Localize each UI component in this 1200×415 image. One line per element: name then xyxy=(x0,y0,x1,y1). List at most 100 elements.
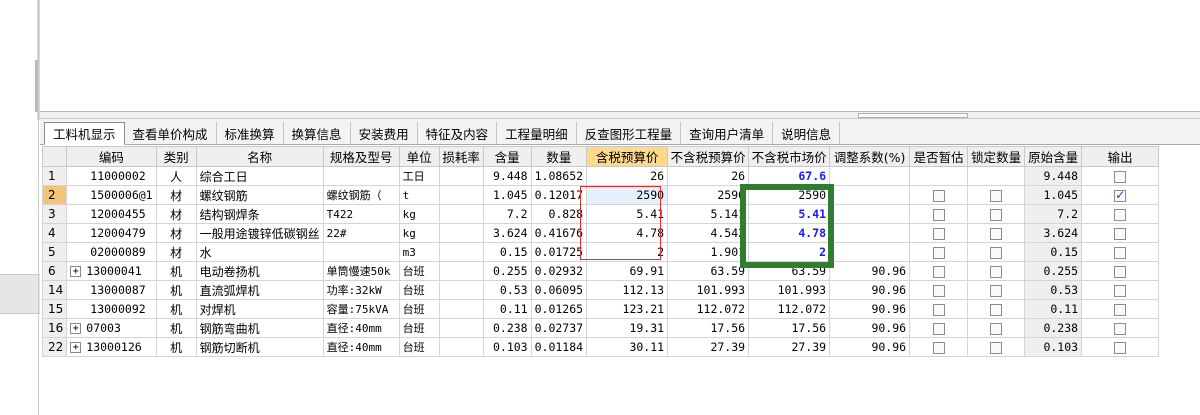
code-cell[interactable]: 13000092 xyxy=(66,299,157,319)
type-cell[interactable]: 机 xyxy=(155,261,197,281)
loss-cell[interactable] xyxy=(438,166,484,186)
table-row[interactable]: 2 1500006@1 材 螺纹钢筋 螺纹钢筋（ t 1.045 0.12017 2590 259… xyxy=(41,185,1160,205)
loss-cell[interactable] xyxy=(438,185,484,205)
column-header[interactable]: 含量 xyxy=(482,146,532,167)
name-cell[interactable]: 电动卷扬机 xyxy=(195,261,324,281)
loss-cell[interactable] xyxy=(438,242,484,262)
name-cell[interactable]: 钢筋弯曲机 xyxy=(195,318,324,338)
unit-cell[interactable]: kg xyxy=(398,204,440,224)
name-cell[interactable]: 水 xyxy=(195,242,324,262)
column-header[interactable]: 原始含量 xyxy=(1024,146,1083,167)
lock-qty-checkbox[interactable] xyxy=(990,303,1003,316)
tab-6[interactable]: 工程量明细 xyxy=(497,122,577,144)
code-cell[interactable]: 13000087 xyxy=(66,280,157,300)
type-cell[interactable]: 材 xyxy=(155,185,197,205)
qty-cell[interactable]: 1.08652 xyxy=(530,166,588,186)
column-header[interactable]: 数量 xyxy=(530,146,588,167)
column-header[interactable]: 编码 xyxy=(66,146,157,167)
unit-cell[interactable]: kg xyxy=(398,223,440,243)
notax-budget-cell[interactable]: 5.141 xyxy=(667,204,750,224)
ratio-cell[interactable]: 0.53 xyxy=(482,280,532,300)
qty-cell[interactable]: 0.01184 xyxy=(530,337,588,357)
qty-cell[interactable]: 0.01265 xyxy=(530,299,588,319)
name-cell[interactable]: 一般用途镀锌低碳钢丝 xyxy=(195,223,324,243)
table-row[interactable]: 14 13000087 机 直流弧焊机 功率:32kW 台班 0.53 0.06095 112.… xyxy=(41,280,1160,300)
tax-budget-cell[interactable]: 26 xyxy=(586,166,669,186)
output-checkbox[interactable] xyxy=(1114,341,1127,354)
column-header[interactable]: 锁定数量 xyxy=(967,146,1026,167)
tax-budget-cell[interactable]: 19.31 xyxy=(586,318,669,338)
spec-cell[interactable]: 容量:75kVA xyxy=(322,299,400,319)
code-cell[interactable]: 02000089 xyxy=(66,242,157,262)
unit-cell[interactable]: m3 xyxy=(398,242,440,262)
qty-cell[interactable]: 0.41676 xyxy=(530,223,588,243)
tax-budget-cell[interactable]: 69.91 xyxy=(586,261,669,281)
loss-cell[interactable] xyxy=(438,204,484,224)
notax-market-cell[interactable]: 63.59 xyxy=(748,261,831,281)
type-cell[interactable]: 机 xyxy=(155,299,197,319)
ratio-cell[interactable]: 0.255 xyxy=(482,261,532,281)
qty-cell[interactable]: 0.01725 xyxy=(530,242,588,262)
adjust-cell[interactable] xyxy=(829,185,911,205)
adjust-cell[interactable]: 90.96 xyxy=(829,337,911,357)
splitter-grip[interactable] xyxy=(858,113,968,118)
tab-8[interactable]: 查询用户清单 xyxy=(681,122,774,144)
tab-5[interactable]: 特征及内容 xyxy=(418,122,498,144)
adjust-cell[interactable]: 90.96 xyxy=(829,280,911,300)
loss-cell[interactable] xyxy=(438,337,484,357)
column-header[interactable]: 含税预算价 xyxy=(586,146,669,167)
ratio-cell[interactable]: 9.448 xyxy=(482,166,532,186)
estimate-checkbox[interactable] xyxy=(932,227,945,240)
output-checkbox[interactable] xyxy=(1114,227,1127,240)
pane-splitter[interactable] xyxy=(40,112,1200,119)
notax-market-cell[interactable]: 5.41 xyxy=(748,204,831,224)
estimate-checkbox[interactable] xyxy=(932,189,945,202)
column-header[interactable]: 单位 xyxy=(398,146,440,167)
ratio-cell[interactable]: 1.045 xyxy=(482,185,532,205)
adjust-cell[interactable] xyxy=(829,166,911,186)
table-row[interactable]: 5 02000089 材 水 m3 0.15 0.01725 2 1.901 2 0.15 xyxy=(41,242,1160,262)
table-row[interactable]: 16 +07003 机钢筋弯曲机 直径:40mm 台班 0.238 0.02737 19.31… xyxy=(41,318,1160,338)
estimate-checkbox[interactable] xyxy=(932,303,945,316)
notax-market-cell[interactable]: 4.78 xyxy=(748,223,831,243)
output-checkbox[interactable] xyxy=(1114,265,1127,278)
table-row[interactable]: 15 13000092 机 对焊机 容量:75kVA 台班 0.11 0.01265 123.2… xyxy=(41,299,1160,319)
table-row[interactable]: 1 11000002 人 综合工日 工日 9.448 1.08652 26 26 67.6 9.44… xyxy=(41,166,1160,186)
notax-budget-cell[interactable]: 112.072 xyxy=(667,299,750,319)
unit-cell[interactable]: 台班 xyxy=(398,318,440,338)
spec-cell[interactable] xyxy=(322,166,400,186)
code-cell[interactable]: +13000126 xyxy=(66,337,157,357)
loss-cell[interactable] xyxy=(438,280,484,300)
code-cell[interactable]: +13000041 xyxy=(66,261,157,281)
code-cell[interactable]: 12000455 xyxy=(66,204,157,224)
tax-budget-cell[interactable]: 123.21 xyxy=(586,299,669,319)
code-cell[interactable]: 12000479 xyxy=(66,223,157,243)
spec-cell[interactable]: T422 xyxy=(322,204,400,224)
type-cell[interactable]: 材 xyxy=(155,204,197,224)
notax-market-cell[interactable]: 67.6 xyxy=(748,166,831,186)
table-row[interactable]: 4 12000479 材 一般用途镀锌低碳钢丝 22# kg 3.624 0.41676 4.7… xyxy=(41,223,1160,243)
name-cell[interactable]: 综合工日 xyxy=(195,166,324,186)
expand-icon[interactable]: + xyxy=(70,323,82,334)
notax-market-cell[interactable]: 27.39 xyxy=(748,337,831,357)
tax-budget-cell[interactable]: 5.41 xyxy=(586,204,669,224)
estimate-checkbox[interactable] xyxy=(932,341,945,354)
adjust-cell[interactable] xyxy=(829,204,911,224)
notax-budget-cell[interactable]: 17.56 xyxy=(667,318,750,338)
unit-cell[interactable]: 台班 xyxy=(398,261,440,281)
code-cell[interactable]: 11000002 xyxy=(66,166,157,186)
output-checkbox[interactable] xyxy=(1114,188,1127,202)
column-header[interactable]: 名称 xyxy=(195,146,324,167)
loss-cell[interactable] xyxy=(438,261,484,281)
type-cell[interactable]: 机 xyxy=(155,280,197,300)
spec-cell[interactable]: 22# xyxy=(322,223,400,243)
notax-budget-cell[interactable]: 27.39 xyxy=(667,337,750,357)
notax-budget-cell[interactable]: 2590 xyxy=(667,185,750,205)
lock-qty-checkbox[interactable] xyxy=(990,208,1003,221)
tab-3[interactable]: 换算信息 xyxy=(284,122,351,144)
type-cell[interactable]: 材 xyxy=(155,223,197,243)
qty-cell[interactable]: 0.12017 xyxy=(530,185,588,205)
qty-cell[interactable]: 0.02932 xyxy=(530,261,588,281)
tax-budget-cell[interactable]: 30.11 xyxy=(586,337,669,357)
unit-cell[interactable]: 台班 xyxy=(398,337,440,357)
